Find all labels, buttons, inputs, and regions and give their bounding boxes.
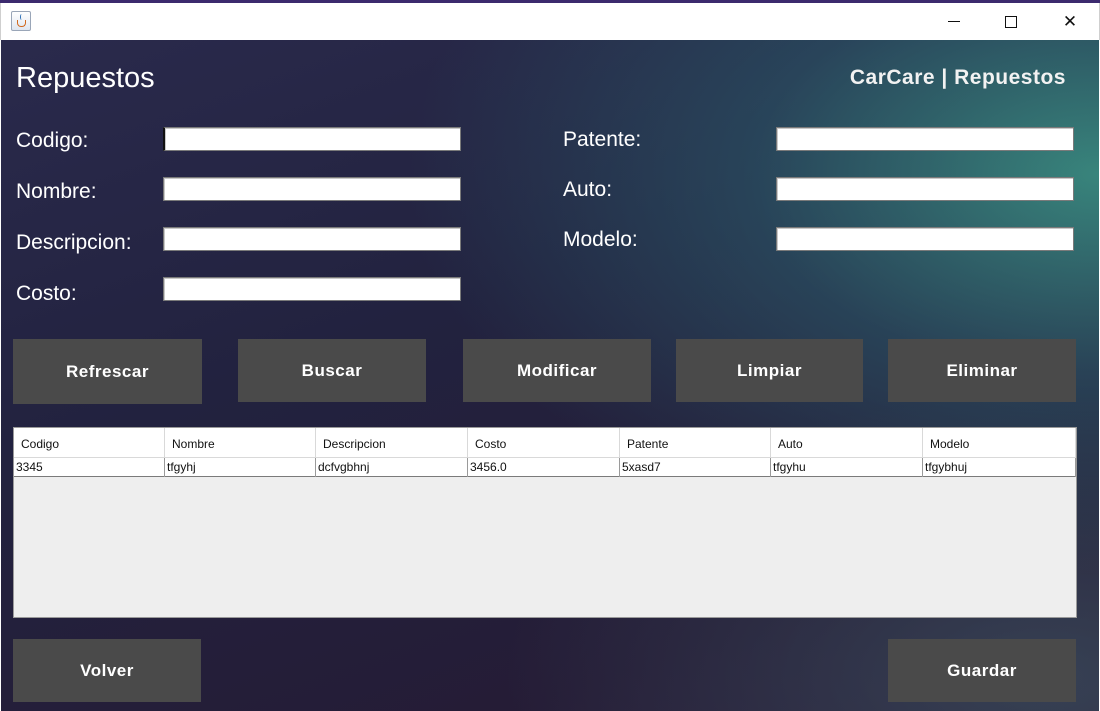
maximize-icon xyxy=(1005,15,1017,28)
descripcion-field[interactable] xyxy=(163,227,461,251)
modelo-label: Modelo: xyxy=(563,228,638,251)
table-cell[interactable]: tfgyhu xyxy=(771,458,923,477)
table-cell[interactable]: dcfvgbhnj xyxy=(316,458,468,477)
column-header-descripcion[interactable]: Descripcion xyxy=(316,428,468,458)
nombre-label: Nombre: xyxy=(16,180,97,203)
window-titlebar[interactable]: ✕ xyxy=(0,3,1100,40)
column-header-patente[interactable]: Patente xyxy=(620,428,771,458)
auto-field[interactable] xyxy=(776,177,1074,201)
page-title: Repuestos xyxy=(16,62,155,94)
refrescar-button[interactable]: Refrescar xyxy=(13,339,202,404)
descripcion-label: Descripcion: xyxy=(16,231,132,254)
eliminar-button[interactable]: Eliminar xyxy=(888,339,1076,402)
main-panel: Repuestos CarCare | Repuestos Codigo: No… xyxy=(1,40,1099,711)
auto-label: Auto: xyxy=(563,178,613,201)
guardar-button[interactable]: Guardar xyxy=(888,639,1076,702)
table-row[interactable]: 3345 tfgyhj dcfvgbhnj 3456.0 5xasd7 tfgy… xyxy=(14,458,1076,477)
table-cell[interactable]: tfgybhuj xyxy=(923,458,1076,477)
column-header-auto[interactable]: Auto xyxy=(771,428,923,458)
codigo-field[interactable] xyxy=(163,127,461,151)
costo-label: Costo: xyxy=(16,282,77,305)
nombre-field[interactable] xyxy=(163,177,461,201)
minimize-icon xyxy=(948,21,960,22)
java-app-icon[interactable] xyxy=(11,11,31,31)
column-header-nombre[interactable]: Nombre xyxy=(165,428,316,458)
table-cell[interactable]: 3345 xyxy=(14,458,165,477)
column-header-costo[interactable]: Costo xyxy=(468,428,620,458)
modelo-field[interactable] xyxy=(776,227,1074,251)
costo-field[interactable] xyxy=(163,277,461,301)
repuestos-table[interactable]: Codigo Nombre Descripcion Costo Patente … xyxy=(13,427,1077,618)
modificar-button[interactable]: Modificar xyxy=(463,339,651,402)
java-cup-icon xyxy=(17,20,26,27)
patente-field[interactable] xyxy=(776,127,1074,151)
table-header: Codigo Nombre Descripcion Costo Patente … xyxy=(14,428,1076,458)
close-button[interactable]: ✕ xyxy=(1047,3,1093,40)
volver-button[interactable]: Volver xyxy=(13,639,201,702)
column-header-codigo[interactable]: Codigo xyxy=(14,428,165,458)
column-header-modelo[interactable]: Modelo xyxy=(923,428,1076,458)
table-cell[interactable]: 5xasd7 xyxy=(620,458,771,477)
limpiar-button[interactable]: Limpiar xyxy=(676,339,863,402)
buscar-button[interactable]: Buscar xyxy=(238,339,426,402)
codigo-label: Codigo: xyxy=(16,129,89,152)
close-icon: ✕ xyxy=(1062,11,1078,32)
maximize-button[interactable] xyxy=(988,3,1034,40)
table-cell[interactable]: tfgyhj xyxy=(165,458,316,477)
brand-title: CarCare | Repuestos xyxy=(849,66,1066,89)
patente-label: Patente: xyxy=(563,128,642,151)
minimize-button[interactable] xyxy=(931,3,977,40)
table-cell[interactable]: 3456.0 xyxy=(468,458,620,477)
